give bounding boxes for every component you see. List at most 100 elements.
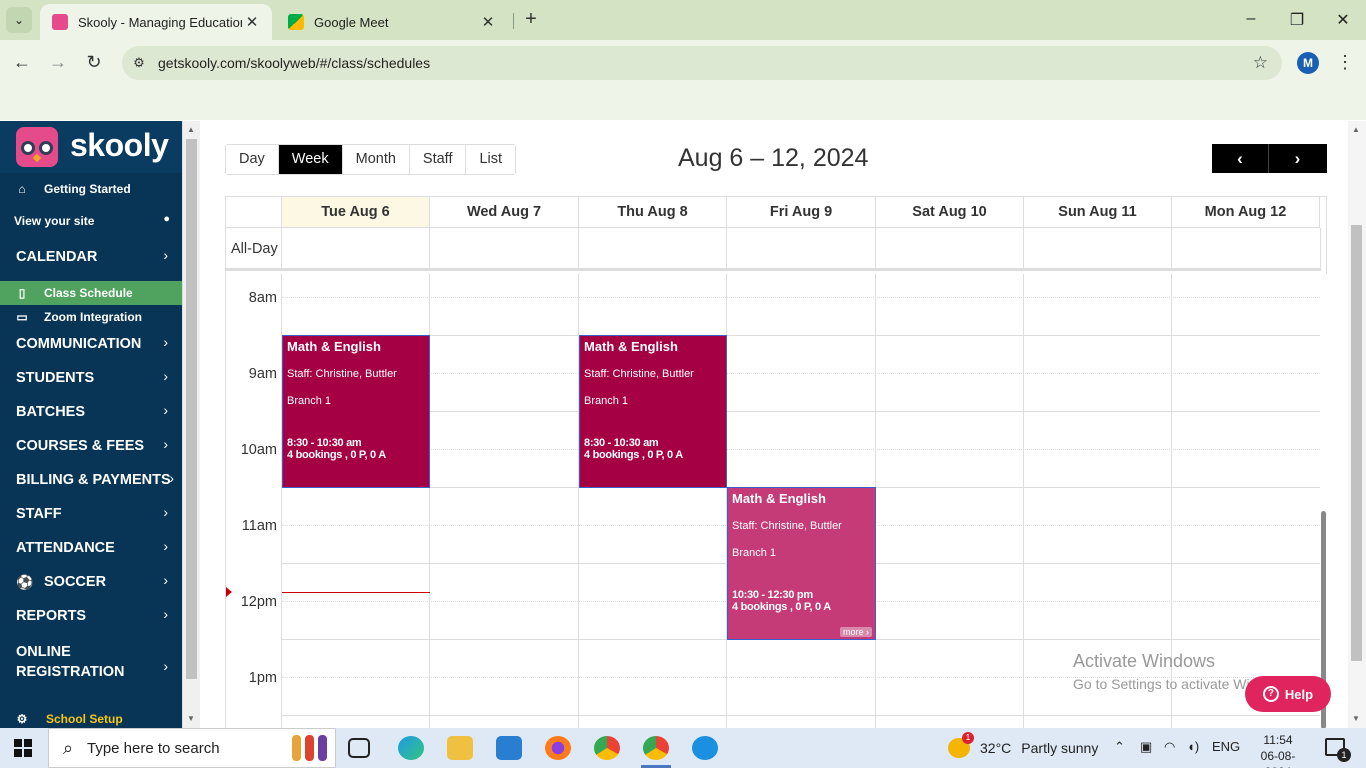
sidebar-scrollbar[interactable]: ▲ ▼: [182, 121, 200, 728]
forward-icon[interactable]: →: [46, 52, 70, 73]
time-label-12pm: 12pm: [240, 594, 277, 610]
skype-icon[interactable]: [692, 736, 718, 760]
skooly-logo[interactable]: skooly: [0, 121, 182, 173]
event-branch: Branch 1: [732, 547, 777, 559]
tab-search-dropdown-icon[interactable]: ⌄: [6, 7, 32, 33]
event-branch: Branch 1: [287, 395, 332, 407]
wifi-icon[interactable]: ◠: [1164, 739, 1175, 755]
calendar-title: Aug 6 – 12, 2024: [678, 144, 869, 172]
sidebar-item-online-registration[interactable]: ONLINE REGISTRATION: [16, 642, 136, 682]
browser-tab-meet[interactable]: Google Meet ✕: [276, 4, 508, 40]
restore-icon[interactable]: ❐: [1287, 10, 1307, 30]
prev-week-button[interactable]: ‹: [1212, 144, 1269, 173]
firefox-icon[interactable]: [545, 736, 571, 760]
google-meet-favicon-icon: [288, 14, 304, 30]
sidebar-subitem-class-schedule[interactable]: ▯ Class Schedule: [0, 281, 182, 305]
now-indicator-line: [282, 592, 430, 593]
back-icon[interactable]: ←: [10, 52, 34, 73]
search-icon: ⌕: [62, 737, 74, 758]
close-window-icon[interactable]: ✕: [1333, 10, 1353, 30]
help-button[interactable]: ? Help: [1245, 676, 1331, 712]
minimize-icon[interactable]: –: [1241, 10, 1261, 28]
sidebar-item-staff[interactable]: STAFF ›: [16, 504, 182, 522]
scroll-up-icon[interactable]: ▲: [187, 125, 195, 134]
sidebar-item-view-site[interactable]: View your site ●: [0, 209, 182, 233]
task-view-icon[interactable]: [348, 738, 370, 758]
brand-name: skooly: [70, 127, 169, 163]
sidebar-item-calendar[interactable]: CALENDAR ›: [16, 247, 182, 265]
chrome-icon[interactable]: [594, 736, 620, 760]
event-card-tue[interactable]: Math & English Staff: Christine, Buttler…: [282, 335, 430, 488]
taskbar-clock[interactable]: 11:54 06-08-2024: [1250, 732, 1306, 768]
page-scrollbar[interactable]: ▲ ▼: [1348, 121, 1366, 728]
bookmark-star-icon[interactable]: ☆: [1253, 53, 1268, 73]
event-bookings: 4 bookings , 0 P, 0 A: [732, 601, 831, 613]
close-tab-icon[interactable]: ✕: [242, 13, 262, 31]
day-header-sat: Sat Aug 10: [875, 197, 1023, 227]
mail-icon[interactable]: [496, 736, 522, 760]
address-bar[interactable]: ⚙ getskooly.com/skoolyweb/#/class/schedu…: [122, 46, 1282, 80]
sidebar-subitem-zoom-integration[interactable]: ▭ Zoom Integration: [0, 305, 182, 329]
weather-badge: 1: [962, 732, 974, 744]
sidebar-item-soccer[interactable]: ⚽ SOCCER ›: [16, 572, 182, 590]
now-indicator-arrow: [226, 587, 232, 597]
view-list-button[interactable]: List: [466, 145, 516, 174]
site-settings-icon[interactable]: ⚙: [128, 55, 150, 71]
file-explorer-icon[interactable]: [447, 736, 473, 760]
event-title: Math & English: [732, 491, 826, 506]
event-staff: Staff: Christine, Buttler: [732, 520, 842, 532]
meet-now-icon[interactable]: ▣: [1140, 739, 1152, 755]
sidebar-item-getting-started[interactable]: ⌂ Getting Started: [0, 177, 182, 201]
view-staff-button[interactable]: Staff: [409, 145, 467, 174]
sidebar-item-batches[interactable]: BATCHES ›: [16, 402, 182, 420]
next-week-button[interactable]: ›: [1269, 144, 1326, 173]
profile-avatar[interactable]: M: [1297, 52, 1319, 74]
language-indicator[interactable]: ENG: [1212, 739, 1240, 754]
sidebar-item-attendance[interactable]: ATTENDANCE ›: [16, 538, 182, 556]
sidebar-item-reports[interactable]: REPORTS ›: [16, 606, 182, 624]
event-card-thu[interactable]: Math & English Staff: Christine, Buttler…: [579, 335, 727, 488]
view-day-button[interactable]: Day: [226, 145, 279, 174]
windows-start-icon[interactable]: [14, 739, 32, 757]
scrollbar-thumb[interactable]: [1351, 225, 1362, 661]
event-title: Math & English: [287, 339, 381, 354]
event-more-link[interactable]: more ›: [839, 627, 872, 637]
weather-widget[interactable]: 1 32°C Partly sunny: [948, 732, 1098, 758]
scroll-down-icon[interactable]: ▼: [1352, 714, 1360, 723]
sidebar-item-students[interactable]: STUDENTS ›: [16, 368, 182, 386]
sidebar-item-billing-payments[interactable]: BILLING & PAYMENTS ›: [16, 470, 182, 488]
scroll-down-icon[interactable]: ▼: [187, 714, 195, 723]
edge-icon[interactable]: [398, 736, 424, 760]
day-header-thu: Thu Aug 8: [578, 197, 726, 227]
zoom-icon: ▭: [16, 310, 28, 324]
scrollbar-thumb[interactable]: [186, 139, 197, 679]
show-hidden-icons-icon[interactable]: ⌃: [1114, 739, 1125, 755]
browser-menu-icon[interactable]: ⋮: [1336, 52, 1354, 73]
browser-toolbar: ← → ↻ ⚙ getskooly.com/skoolyweb/#/class/…: [0, 40, 1366, 86]
scroll-up-icon[interactable]: ▲: [1352, 125, 1360, 134]
url-text[interactable]: getskooly.com/skoolyweb/#/class/schedule…: [158, 55, 430, 71]
sidebar-item-communication[interactable]: COMMUNICATION ›: [16, 334, 182, 352]
clock-time: 11:54: [1263, 733, 1293, 747]
sidebar-item-courses-fees[interactable]: COURSES & FEES ›: [16, 436, 182, 454]
taskbar-search[interactable]: ⌕ Type here to search: [48, 728, 336, 768]
all-day-label: All-Day: [231, 241, 278, 257]
owl-logo-icon: [16, 127, 58, 167]
sidebar-item-school-setup[interactable]: ⚙ School Setup: [0, 708, 182, 728]
notification-center-icon[interactable]: 1: [1325, 738, 1351, 762]
close-tab-icon[interactable]: ✕: [478, 13, 498, 31]
event-card-fri[interactable]: Math & English Staff: Christine, Buttler…: [727, 487, 876, 640]
volume-icon[interactable]: ◖): [1187, 739, 1199, 754]
view-week-button[interactable]: Week: [278, 145, 343, 174]
reload-icon[interactable]: ↻: [82, 52, 106, 73]
all-day-row[interactable]: All-Day: [226, 228, 1321, 271]
chrome-profile-icon[interactable]: [643, 736, 669, 760]
view-month-button[interactable]: Month: [342, 145, 410, 174]
notification-count: 1: [1337, 748, 1351, 762]
weather-temp: 32°C: [980, 740, 1012, 756]
bookmarks-bar: [0, 86, 1366, 120]
new-tab-button[interactable]: +: [520, 9, 542, 31]
browser-tab-skooly[interactable]: Skooly - Managing Educational ✕: [40, 4, 272, 40]
day-header-fri: Fri Aug 9: [726, 197, 875, 227]
time-grid-scrollbar[interactable]: [1320, 274, 1328, 728]
